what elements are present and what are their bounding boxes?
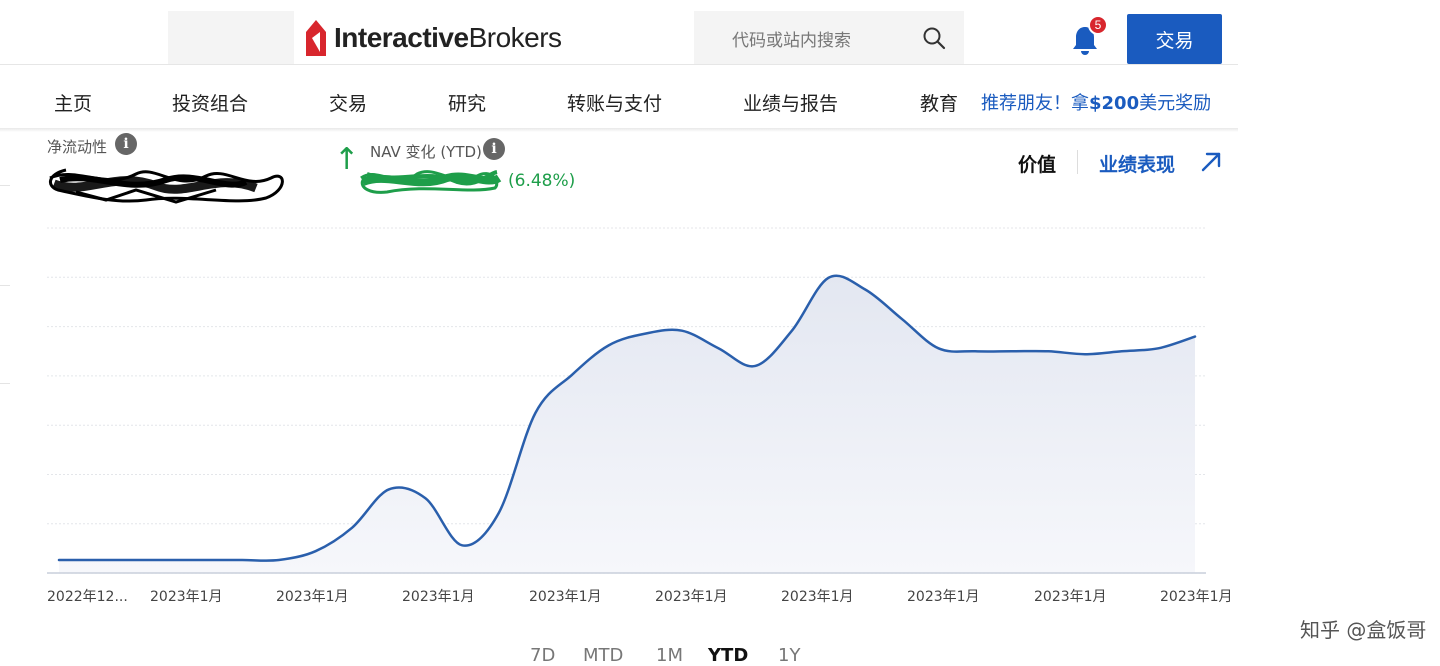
nav-item-transfer-pay[interactable]: 转账与支付 [567, 89, 662, 116]
range-button-7d[interactable]: 7D [530, 645, 555, 666]
range-button-mtd[interactable]: MTD [583, 645, 623, 666]
nav-change-percent: (6.48%) [508, 171, 576, 191]
chart-area-fill [59, 275, 1195, 573]
side-divider [0, 285, 10, 286]
chart-x-tick-label: 2023年1月 [907, 589, 980, 605]
external-link-arrow-icon[interactable] [1199, 150, 1223, 174]
search-icon[interactable] [922, 26, 946, 50]
chart-x-tick-label: 2022年12... [47, 589, 128, 605]
chart-x-tick-label: 2023年1月 [529, 589, 602, 605]
chart-x-tick-label: 2023年1月 [276, 589, 349, 605]
chart-x-tick-label: 2023年1月 [150, 589, 223, 605]
redaction-scribble [49, 168, 284, 204]
nav-divider [0, 128, 1238, 132]
redaction-scribble [360, 170, 502, 194]
net-liquidity-label: 净流动性 [47, 138, 108, 156]
nav-item-education[interactable]: 教育 [920, 89, 958, 116]
ib-logo-icon [306, 20, 326, 56]
chart-series-line [57, 274, 1197, 562]
info-icon[interactable]: i [115, 133, 137, 155]
chart-x-tick-label: 2023年1月 [781, 589, 854, 605]
nav-item-home[interactable]: 主页 [54, 89, 92, 116]
view-toggle-divider [1077, 150, 1078, 174]
nav-item-trade[interactable]: 交易 [329, 89, 367, 116]
nav-item-portfolio[interactable]: 投资组合 [172, 89, 248, 116]
interactive-brokers-logo[interactable]: InteractiveBrokers [304, 14, 562, 62]
nav-item-performance-reports[interactable]: 业绩与报告 [743, 89, 838, 116]
up-arrow-icon: ↑ [334, 142, 360, 177]
logo-text: InteractiveBrokers [334, 22, 562, 53]
search-box[interactable]: 代码或站内搜索 [694, 11, 964, 64]
chart-grid [47, 227, 1206, 574]
range-button-1y[interactable]: 1Y [778, 645, 800, 666]
header-placeholder-block [168, 11, 294, 64]
performance-link[interactable]: 业绩表现 [1099, 150, 1175, 177]
side-divider [0, 383, 10, 384]
trade-button[interactable]: 交易 [1127, 14, 1222, 64]
value-view-toggle[interactable]: 价值 [1018, 150, 1056, 177]
watermark: 知乎 @盒饭哥 [1300, 618, 1427, 642]
chart-x-tick-label: 2023年1月 [1034, 589, 1107, 605]
chart-points [58, 277, 1196, 561]
nav-item-research[interactable]: 研究 [448, 89, 486, 116]
chart-x-tick-label: 2023年1月 [1160, 589, 1233, 605]
info-icon[interactable]: i [483, 138, 505, 160]
referral-promo-link[interactable]: 推荐朋友！拿$200美元奖励 [981, 89, 1211, 115]
search-input[interactable]: 代码或站内搜索 [732, 26, 851, 51]
notification-badge: 5 [1088, 15, 1108, 35]
range-button-1m[interactable]: 1M [656, 645, 683, 666]
side-divider [0, 185, 10, 186]
range-button-ytd[interactable]: YTD [708, 645, 748, 666]
chart-x-tick-label: 2023年1月 [655, 589, 728, 605]
chart-x-tick-label: 2023年1月 [402, 589, 475, 605]
nav-change-label: NAV 变化 (YTD) [370, 143, 482, 161]
header-divider [0, 64, 1238, 65]
